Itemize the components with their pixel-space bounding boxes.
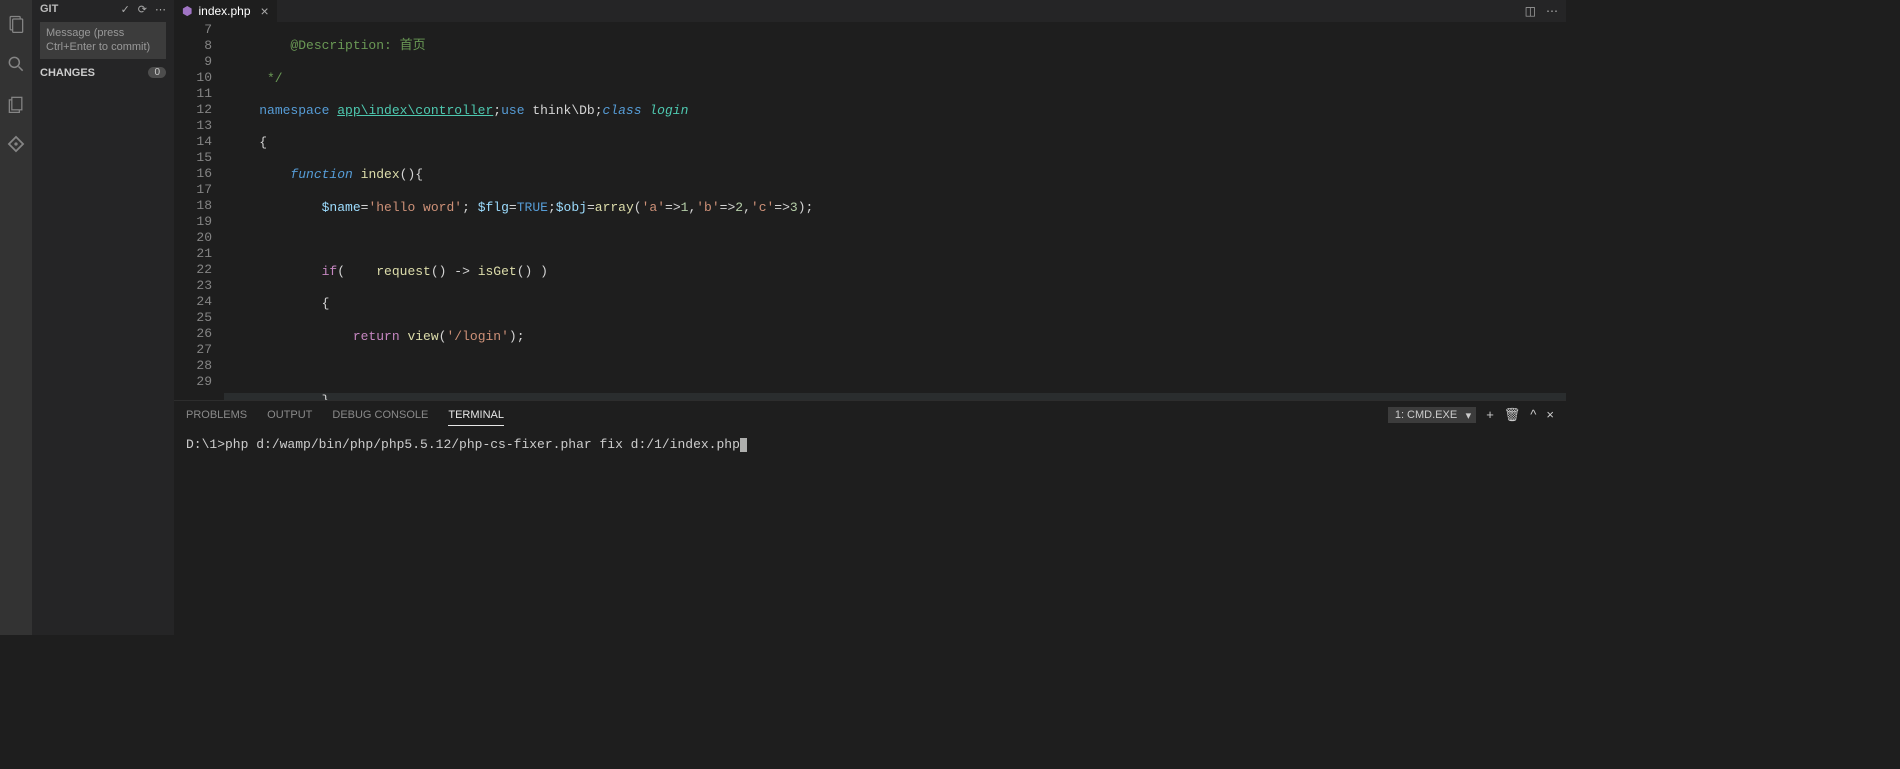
close-icon[interactable]: × [261,3,269,19]
changes-count-badge: 0 [148,67,166,78]
commit-check-icon[interactable]: ✓ [121,3,130,16]
split-editor-icon[interactable]: ◫ [1525,4,1536,18]
sidebar-header: GIT ✓ ⟳ ⋯ [32,0,174,18]
terminal-line: D:\1>php d:/wamp/bin/php/php5.5.12/php-c… [186,437,740,452]
tab-problems[interactable]: PROBLEMS [186,405,247,425]
changes-label: CHANGES [40,67,148,79]
terminal-cursor [740,438,747,452]
tab-index-php[interactable]: ⬢ index.php × [174,0,278,22]
tab-debug-console[interactable]: DEBUG CONSOLE [332,405,428,425]
main-area: ⬢ index.php × ◫ ⋯ 789101112 131415161718… [174,0,1566,635]
new-terminal-icon[interactable]: + [1486,407,1494,423]
panel-tabs: PROBLEMS OUTPUT DEBUG CONSOLE TERMINAL 1… [174,401,1566,429]
editor-more-icon[interactable]: ⋯ [1546,4,1558,18]
editor-tabs: ⬢ index.php × ◫ ⋯ [174,0,1566,22]
editor-actions: ◫ ⋯ [1525,0,1566,22]
refresh-icon[interactable]: ⟳ [138,3,147,16]
terminal-content[interactable]: D:\1>php d:/wamp/bin/php/php5.5.12/php-c… [174,429,1566,635]
kill-terminal-icon[interactable]: 🗑 [1504,407,1521,423]
tab-filename: index.php [198,4,250,18]
close-panel-icon[interactable]: × [1546,407,1554,423]
php-file-icon: ⬢ [182,4,192,18]
bottom-panel: PROBLEMS OUTPUT DEBUG CONSOLE TERMINAL 1… [174,400,1566,635]
explorer-icon[interactable] [0,4,32,44]
code-content[interactable]: @Description: 首页 */ namespace app\index\… [224,22,1566,400]
scm-icon[interactable] [0,124,32,164]
terminal-selector[interactable]: 1: cmd.exe [1388,407,1476,423]
activity-bar [0,0,32,635]
commit-message-input[interactable]: Message (press Ctrl+Enter to commit) [40,22,166,59]
code-editor[interactable]: 789101112 131415161718 192021222324 2526… [174,22,1566,400]
files-icon[interactable] [0,84,32,124]
sidebar-section-title: GIT [40,3,113,15]
line-number-gutter: 789101112 131415161718 192021222324 2526… [174,22,224,400]
maximize-panel-icon[interactable]: ^ [1530,407,1536,423]
more-icon[interactable]: ⋯ [155,3,166,16]
changes-section[interactable]: CHANGES 0 [32,63,174,83]
search-icon[interactable] [0,44,32,84]
tab-terminal[interactable]: TERMINAL [448,405,504,426]
tab-output[interactable]: OUTPUT [267,405,312,425]
source-control-sidebar: GIT ✓ ⟳ ⋯ Message (press Ctrl+Enter to c… [32,0,174,635]
